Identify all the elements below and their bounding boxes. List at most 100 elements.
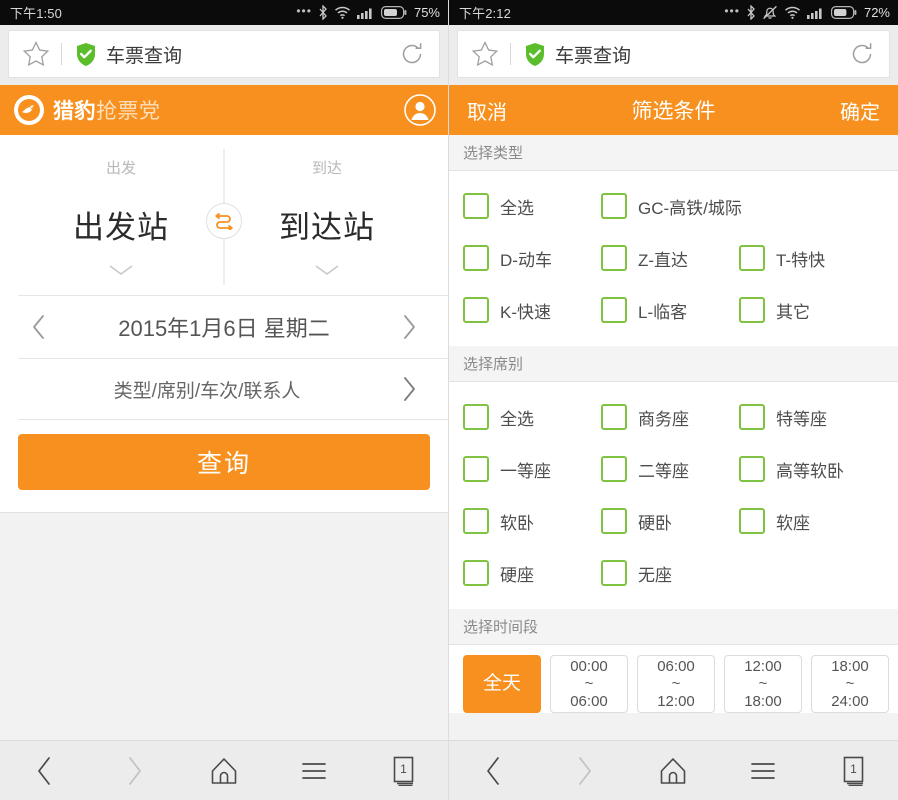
checkbox-item[interactable]: 二等座	[587, 443, 725, 495]
menu-icon[interactable]	[288, 749, 340, 793]
checkbox-item[interactable]: 其它	[725, 284, 863, 336]
checkbox-box-icon[interactable]	[739, 404, 765, 430]
time-button-0-6[interactable]: 00:00 ~ 06:00	[550, 655, 628, 713]
home-icon[interactable]	[647, 749, 699, 793]
checkbox-item[interactable]: 硬卧	[587, 495, 725, 547]
checkbox-box-icon[interactable]	[463, 560, 489, 586]
checkbox-row: 硬座 无座	[449, 547, 898, 599]
time-button-6-12[interactable]: 06:00 ~ 12:00	[637, 655, 715, 713]
checkbox-box-icon[interactable]	[739, 508, 765, 534]
checkbox-box-icon[interactable]	[601, 245, 627, 271]
search-button[interactable]: 查询	[18, 434, 430, 490]
time-line1: 00:00	[570, 658, 608, 676]
forward-icon[interactable]	[108, 749, 160, 793]
checkbox-box-icon[interactable]	[463, 456, 489, 482]
checkbox-label: 全选	[500, 198, 534, 218]
checkbox-item[interactable]: 软座	[725, 495, 863, 547]
time-line1: 12:00	[744, 658, 782, 676]
section-body-time-period: 全天 00:00 ~ 06:00 06:00 ~ 12:00 12:00 ~ 1…	[449, 645, 898, 713]
shield-check-icon	[75, 42, 97, 67]
checkbox-label: 一等座	[500, 461, 551, 481]
checkbox-label: 软座	[776, 513, 810, 533]
checkbox-box-icon[interactable]	[463, 297, 489, 323]
filter-options-row[interactable]: 类型/席别/车次/联系人	[18, 359, 430, 419]
chevron-down-icon[interactable]	[108, 263, 134, 281]
battery-icon	[830, 6, 857, 19]
url-bar[interactable]: 车票查询	[8, 30, 440, 78]
arrive-station-column[interactable]: 到达 到达站	[224, 135, 430, 295]
url-bar[interactable]: 车票查询	[457, 30, 890, 78]
checkbox-label: 全选	[500, 409, 534, 429]
checkbox-box-icon[interactable]	[463, 508, 489, 534]
next-day-button[interactable]	[392, 313, 426, 341]
checkbox-row: 全选 商务座 特等座	[449, 391, 898, 443]
date-row[interactable]: 2015年1月6日 星期二	[18, 296, 430, 358]
swap-stations-icon[interactable]	[206, 203, 242, 239]
star-icon[interactable]	[470, 39, 500, 69]
time-button-all-day[interactable]: 全天	[463, 655, 541, 713]
time-line2: ~	[845, 675, 855, 693]
checkbox-box-icon[interactable]	[601, 508, 627, 534]
cancel-button[interactable]: 取消	[467, 96, 537, 125]
reload-icon[interactable]	[399, 41, 425, 67]
checkbox-item[interactable]: GC-高铁/城际	[587, 180, 742, 232]
checkbox-box-icon[interactable]	[463, 245, 489, 271]
chevron-right-icon[interactable]	[392, 375, 426, 403]
checkbox-box-icon[interactable]	[601, 193, 627, 219]
checkbox-box-icon[interactable]	[463, 404, 489, 430]
time-button-18-24[interactable]: 18:00 ~ 24:00	[811, 655, 889, 713]
checkbox-box-icon[interactable]	[601, 404, 627, 430]
checkbox-item[interactable]: T-特快	[725, 232, 863, 284]
dots-icon: •••	[724, 3, 740, 18]
forward-icon[interactable]	[558, 749, 610, 793]
checkbox-item[interactable]: D-动车	[449, 232, 587, 284]
checkbox-item[interactable]: 特等座	[725, 391, 863, 443]
checkbox-item[interactable]: 软卧	[449, 495, 587, 547]
star-icon[interactable]	[21, 39, 51, 69]
chevron-down-icon[interactable]	[314, 263, 340, 281]
brand-logo[interactable]: 猎豹抢票党	[14, 95, 161, 125]
depart-label: 出发	[105, 160, 136, 177]
checkbox-item[interactable]: K-快速	[449, 284, 587, 336]
checkbox-box-icon[interactable]	[601, 456, 627, 482]
checkbox-item[interactable]: 全选	[449, 180, 587, 232]
checkbox-item[interactable]: Z-直达	[587, 232, 725, 284]
confirm-button[interactable]: 确定	[810, 96, 880, 125]
checkbox-row: D-动车 Z-直达 T-特快	[449, 232, 898, 284]
checkbox-box-icon[interactable]	[601, 297, 627, 323]
checkbox-label: 特等座	[776, 409, 827, 429]
tabs-icon[interactable]: 1	[377, 749, 429, 793]
filter-body: 选择类型 全选 GC-高铁/城际 D-动车 Z-直达 T-特快 K-快速 L-临…	[449, 135, 898, 800]
checkbox-item[interactable]: L-临客	[587, 284, 725, 336]
checkbox-item[interactable]: 无座	[587, 547, 725, 599]
bluetooth-icon	[746, 5, 756, 20]
menu-icon[interactable]	[737, 749, 789, 793]
checkbox-box-icon[interactable]	[739, 456, 765, 482]
checkbox-row: K-快速 L-临客 其它	[449, 284, 898, 336]
back-icon[interactable]	[19, 749, 71, 793]
tabs-icon[interactable]: 1	[827, 749, 879, 793]
checkbox-box-icon[interactable]	[739, 245, 765, 271]
depart-station-column[interactable]: 出发 出发站	[18, 135, 224, 295]
search-button-wrap: 查询	[0, 420, 448, 512]
prev-day-button[interactable]	[22, 313, 56, 341]
checkbox-item[interactable]: 一等座	[449, 443, 587, 495]
section-heading-seat-class: 选择席别	[449, 346, 898, 382]
time-button-12-18[interactable]: 12:00 ~ 18:00	[724, 655, 802, 713]
checkbox-label: K-快速	[500, 302, 551, 322]
checkbox-box-icon[interactable]	[463, 193, 489, 219]
checkbox-item[interactable]: 硬座	[449, 547, 587, 599]
checkbox-label: 二等座	[638, 461, 689, 481]
checkbox-box-icon[interactable]	[601, 560, 627, 586]
home-icon[interactable]	[198, 749, 250, 793]
reload-icon[interactable]	[849, 41, 875, 67]
checkbox-box-icon[interactable]	[739, 297, 765, 323]
checkbox-item[interactable]: 高等软卧	[725, 443, 863, 495]
leopard-logo-icon	[14, 95, 44, 125]
checkbox-item[interactable]: 全选	[449, 391, 587, 443]
checkbox-item[interactable]: 商务座	[587, 391, 725, 443]
checkbox-label: GC-高铁/城际	[638, 198, 742, 218]
back-icon[interactable]	[468, 749, 520, 793]
section-heading-time-period: 选择时间段	[449, 609, 898, 645]
account-avatar-icon[interactable]	[404, 94, 436, 126]
